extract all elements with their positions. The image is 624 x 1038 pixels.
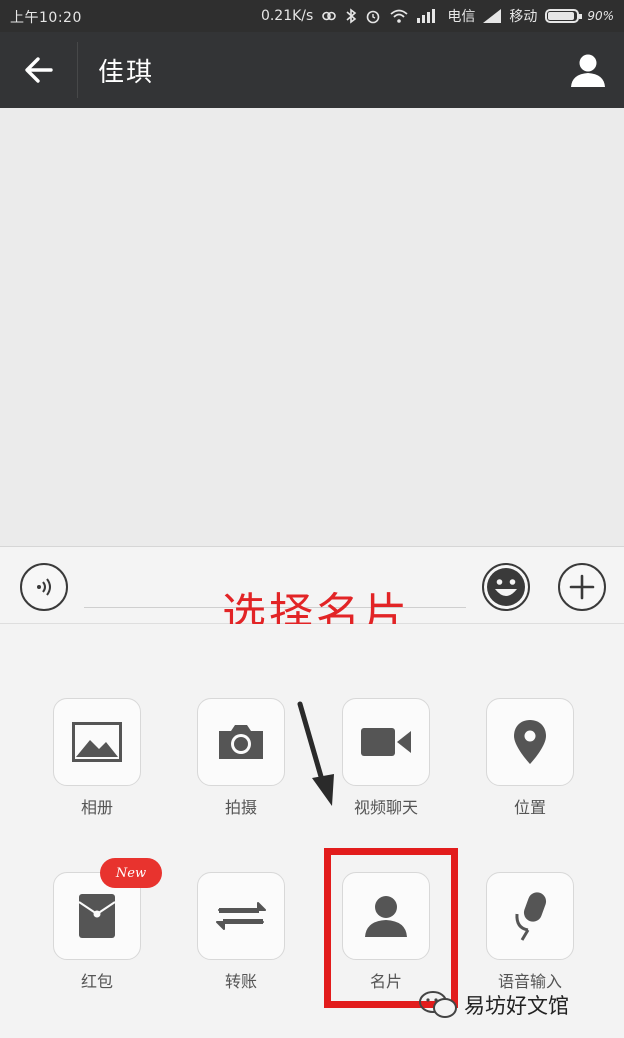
emoji-button[interactable] bbox=[482, 563, 530, 611]
wifi-icon bbox=[389, 8, 409, 24]
camera-button[interactable] bbox=[197, 698, 285, 786]
smiley-icon bbox=[487, 568, 525, 606]
arrow-left-icon bbox=[25, 57, 53, 83]
signal-hd-icon bbox=[417, 9, 439, 23]
new-badge: New bbox=[100, 858, 162, 888]
transfer-icon bbox=[216, 902, 266, 930]
bluetooth-icon bbox=[345, 8, 357, 24]
chat-info-button[interactable] bbox=[568, 50, 608, 90]
image-icon bbox=[72, 722, 122, 762]
battery-icon bbox=[545, 9, 583, 23]
location-button[interactable] bbox=[486, 698, 574, 786]
status-indicators: 0.21K/s 电信 移动 90% bbox=[261, 6, 614, 26]
plus-icon bbox=[569, 574, 595, 600]
wechat-icon bbox=[419, 991, 457, 1018]
chat-message-area[interactable] bbox=[0, 108, 624, 546]
camera-icon bbox=[219, 725, 263, 759]
video-camera-icon bbox=[361, 728, 411, 756]
red-packet-icon bbox=[78, 894, 116, 938]
chat-title: 佳琪 bbox=[98, 58, 155, 88]
back-button[interactable] bbox=[18, 50, 60, 90]
voice-input-button[interactable] bbox=[486, 872, 574, 960]
highlight-box bbox=[324, 848, 458, 1008]
title-divider bbox=[77, 42, 78, 98]
location-pin-icon bbox=[514, 720, 546, 764]
status-time: 上午10:20 bbox=[10, 10, 82, 26]
person-icon bbox=[571, 54, 605, 87]
watermark-text: 易坊好文馆 bbox=[464, 994, 569, 1018]
status-bar: 上午10:20 0.21K/s 电信 移动 90% bbox=[0, 0, 624, 32]
carrier-1: 电信 bbox=[447, 9, 476, 25]
location-label: 位置 bbox=[513, 798, 546, 817]
alarm-icon bbox=[365, 8, 381, 24]
transfer-button[interactable] bbox=[197, 872, 285, 960]
carrier-2: 移动 bbox=[509, 9, 538, 25]
signal-icon bbox=[483, 9, 502, 23]
more-options-button[interactable] bbox=[558, 563, 606, 611]
voice-toggle-button[interactable] bbox=[20, 563, 68, 611]
title-bar: 佳琪 bbox=[0, 32, 624, 108]
red-packet-label: 红包 bbox=[80, 972, 113, 991]
video-chat-button[interactable] bbox=[342, 698, 430, 786]
microphone-icon bbox=[515, 892, 547, 941]
battery-level: 90% bbox=[587, 9, 614, 23]
voice-icon bbox=[37, 578, 51, 596]
net-speed: 0.21K/s bbox=[260, 8, 314, 24]
voice-input-label: 语音输入 bbox=[497, 972, 562, 991]
album-button[interactable] bbox=[53, 698, 141, 786]
watermark: 易坊好文馆 bbox=[418, 990, 569, 1020]
album-label: 相册 bbox=[80, 798, 113, 817]
camera-label: 拍摄 bbox=[224, 798, 257, 817]
annotation-arrow bbox=[297, 701, 334, 806]
link-icon bbox=[321, 8, 337, 24]
transfer-label: 转账 bbox=[224, 972, 257, 991]
